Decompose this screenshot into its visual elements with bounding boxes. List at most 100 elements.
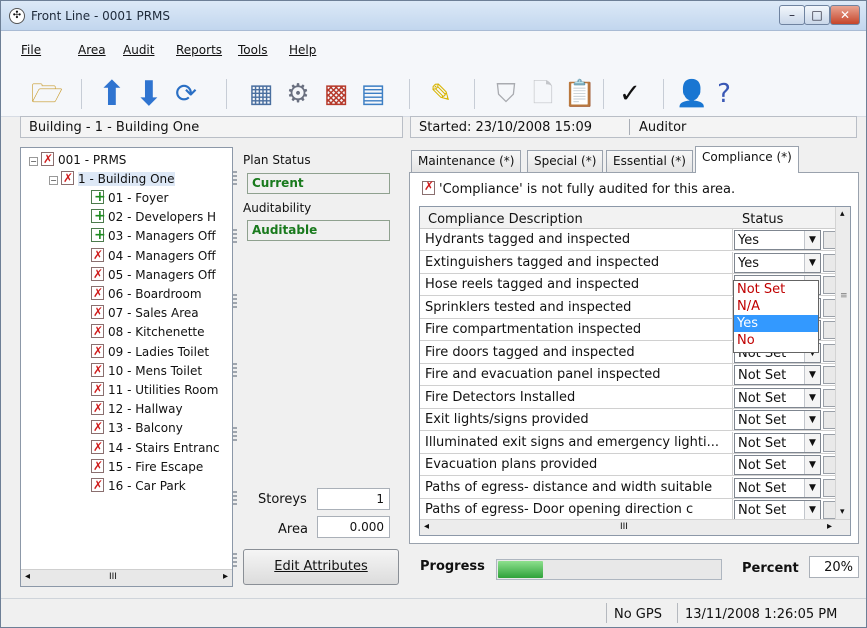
chevron-down-icon[interactable]: ▼ bbox=[804, 501, 820, 519]
splitter-grip[interactable] bbox=[233, 491, 237, 505]
scroll-down-icon[interactable]: ▾ bbox=[840, 507, 845, 517]
tree-area-item[interactable]: 07 - Sales Area bbox=[91, 303, 199, 322]
table-row[interactable]: Paths of egress- Door opening direction … bbox=[420, 499, 841, 521]
splitter-grip[interactable] bbox=[233, 171, 237, 185]
dropdown-option[interactable]: Yes bbox=[734, 315, 818, 332]
folder-open-icon[interactable]: 🗁 bbox=[30, 77, 64, 111]
tree-area-item[interactable]: 16 - Car Park bbox=[91, 476, 186, 495]
menu-file[interactable]: File bbox=[21, 43, 41, 57]
chevron-down-icon[interactable]: ▼ bbox=[804, 433, 820, 452]
scroll-up-icon[interactable]: ▴ bbox=[840, 209, 845, 219]
status-select[interactable]: Not Set ▼ bbox=[734, 387, 821, 408]
menu-reports[interactable]: Reports bbox=[176, 43, 222, 57]
scroll-right-icon[interactable]: ▸ bbox=[827, 521, 832, 532]
status-select[interactable]: Yes ▼ bbox=[734, 230, 821, 250]
clipboard-icon[interactable]: 📋 bbox=[563, 77, 597, 111]
table-row[interactable]: Paths of egress- distance and width suit… bbox=[420, 476, 841, 499]
status-select[interactable]: Not Set ▼ bbox=[734, 365, 821, 385]
chevron-down-icon[interactable]: ▼ bbox=[804, 366, 820, 384]
app-icon[interactable]: ✣ bbox=[9, 8, 25, 24]
refresh-icon[interactable]: ⟳ bbox=[169, 77, 203, 111]
tree-area-item[interactable]: 12 - Hallway bbox=[91, 399, 183, 418]
scroll-grip[interactable]: III bbox=[620, 522, 628, 532]
splitter-grip[interactable] bbox=[233, 553, 237, 567]
add-wall-icon[interactable]: ▩ bbox=[319, 77, 353, 111]
arrow-down-icon[interactable]: ⬇ bbox=[132, 77, 166, 111]
tree-area-item[interactable]: 09 - Ladies Toilet bbox=[91, 342, 209, 361]
edit-attributes-button[interactable]: Edit Attributes bbox=[243, 549, 399, 585]
splitter-grip[interactable] bbox=[233, 294, 237, 308]
tree-building[interactable]: − 1 - Building One bbox=[49, 169, 175, 188]
tree-area-item[interactable]: 06 - Boardroom bbox=[91, 284, 202, 303]
building-icon[interactable]: ▦ bbox=[244, 77, 278, 111]
menu-audit[interactable]: Audit bbox=[123, 43, 154, 57]
storeys-field[interactable]: 1 bbox=[317, 488, 390, 510]
maximize-button[interactable]: □ bbox=[804, 5, 830, 25]
tree-area-item[interactable]: 08 - Kitchenette bbox=[91, 322, 205, 341]
splitter-grip[interactable] bbox=[233, 229, 237, 243]
table-row[interactable]: Fire Detectors Installed Not Set ▼ bbox=[420, 386, 841, 409]
status-select[interactable]: Not Set ▼ bbox=[734, 455, 821, 475]
chevron-down-icon[interactable]: ▼ bbox=[804, 388, 820, 407]
column-header-description[interactable]: Compliance Description bbox=[420, 207, 734, 229]
table-row[interactable]: Evacuation plans provided Not Set ▼ bbox=[420, 454, 841, 476]
dropdown-option[interactable]: N/A bbox=[734, 298, 818, 315]
status-select[interactable]: Not Set ▼ bbox=[734, 432, 821, 453]
notes-icon[interactable]: ✎ bbox=[424, 77, 458, 111]
tree-area-item[interactable]: 03 - Managers Off bbox=[91, 226, 216, 245]
table-row[interactable]: Exit lights/signs provided Not Set ▼ bbox=[420, 409, 841, 431]
tree-area-item[interactable]: 01 - Foyer bbox=[91, 188, 168, 207]
scroll-right-icon[interactable]: ▸ bbox=[223, 571, 228, 582]
dropdown-option[interactable]: No bbox=[734, 332, 818, 349]
dropdown-option[interactable]: Not Set bbox=[734, 281, 818, 298]
checkmark-icon[interactable]: ✓ bbox=[613, 77, 647, 111]
status-select[interactable]: Not Set ▼ bbox=[734, 500, 821, 520]
tree-area-item[interactable]: 13 - Balcony bbox=[91, 418, 183, 437]
area-field[interactable]: 0.000 bbox=[317, 516, 390, 538]
tab-special[interactable]: Special (*) bbox=[527, 150, 604, 173]
menu-area[interactable]: Area bbox=[78, 43, 106, 57]
tree-area-item[interactable]: 05 - Managers Off bbox=[91, 265, 216, 284]
chevron-down-icon[interactable]: ▼ bbox=[804, 253, 820, 272]
chevron-down-icon[interactable]: ▼ bbox=[804, 411, 820, 429]
arrow-up-icon[interactable]: ⬆ bbox=[95, 77, 129, 111]
help-icon[interactable]: ? bbox=[707, 77, 741, 111]
tree-horizontal-scrollbar[interactable]: ◂ III ▸ bbox=[21, 569, 232, 586]
tree-area-item[interactable]: 04 - Managers Off bbox=[91, 246, 216, 265]
status-select[interactable]: Yes ▼ bbox=[734, 252, 821, 273]
scroll-grip[interactable]: III bbox=[109, 572, 117, 582]
table-row[interactable]: Hydrants tagged and inspected Yes ▼ bbox=[420, 229, 841, 251]
menu-help[interactable]: Help bbox=[289, 43, 316, 57]
minimize-button[interactable]: – bbox=[779, 5, 805, 25]
menu-tools[interactable]: Tools bbox=[238, 43, 268, 57]
compliance-grid[interactable]: Compliance Description Status Hydrants t… bbox=[419, 206, 851, 536]
scroll-left-icon[interactable]: ◂ bbox=[25, 571, 30, 582]
splitter-grip[interactable] bbox=[233, 427, 237, 441]
tree-area-item[interactable]: 10 - Mens Toilet bbox=[91, 361, 202, 380]
splitter-grip[interactable] bbox=[233, 363, 237, 377]
area-tree[interactable]: −001 - PRMS −1 - Building One 01 - Foyer… bbox=[20, 147, 233, 587]
close-button[interactable]: ✕ bbox=[830, 5, 860, 25]
gears-icon[interactable]: ⚙ bbox=[281, 77, 315, 111]
tree-area-item[interactable]: 02 - Developers H bbox=[91, 207, 216, 226]
document-icon[interactable]: 🗋 bbox=[526, 77, 560, 111]
chevron-down-icon[interactable]: ▼ bbox=[804, 478, 820, 497]
collapse-icon[interactable]: − bbox=[29, 157, 38, 166]
user-icon[interactable]: 👤 bbox=[675, 77, 709, 111]
tab-compliance[interactable]: Compliance (*) bbox=[695, 146, 799, 173]
tree-area-item[interactable]: 14 - Stairs Entranc bbox=[91, 438, 220, 457]
tree-area-item[interactable]: 11 - Utilities Room bbox=[91, 380, 218, 399]
status-dropdown-list[interactable]: Not Set N/A Yes No bbox=[733, 280, 819, 353]
status-select[interactable]: Not Set ▼ bbox=[734, 477, 821, 498]
chevron-down-icon[interactable]: ▼ bbox=[804, 456, 820, 474]
column-header-status[interactable]: Status bbox=[734, 207, 835, 229]
tree-area-item[interactable]: 15 - Fire Escape bbox=[91, 457, 203, 476]
tab-maintenance[interactable]: Maintenance (*) bbox=[411, 150, 522, 173]
add-grid-icon[interactable]: ▤ bbox=[356, 77, 390, 111]
table-row[interactable]: Illuminated exit signs and emergency lig… bbox=[420, 431, 841, 454]
collapse-icon[interactable]: − bbox=[49, 176, 58, 185]
status-select[interactable]: Not Set ▼ bbox=[734, 410, 821, 430]
scroll-grip[interactable]: ≡ bbox=[840, 291, 848, 301]
tab-essential[interactable]: Essential (*) bbox=[606, 150, 693, 173]
chevron-down-icon[interactable]: ▼ bbox=[804, 231, 820, 249]
